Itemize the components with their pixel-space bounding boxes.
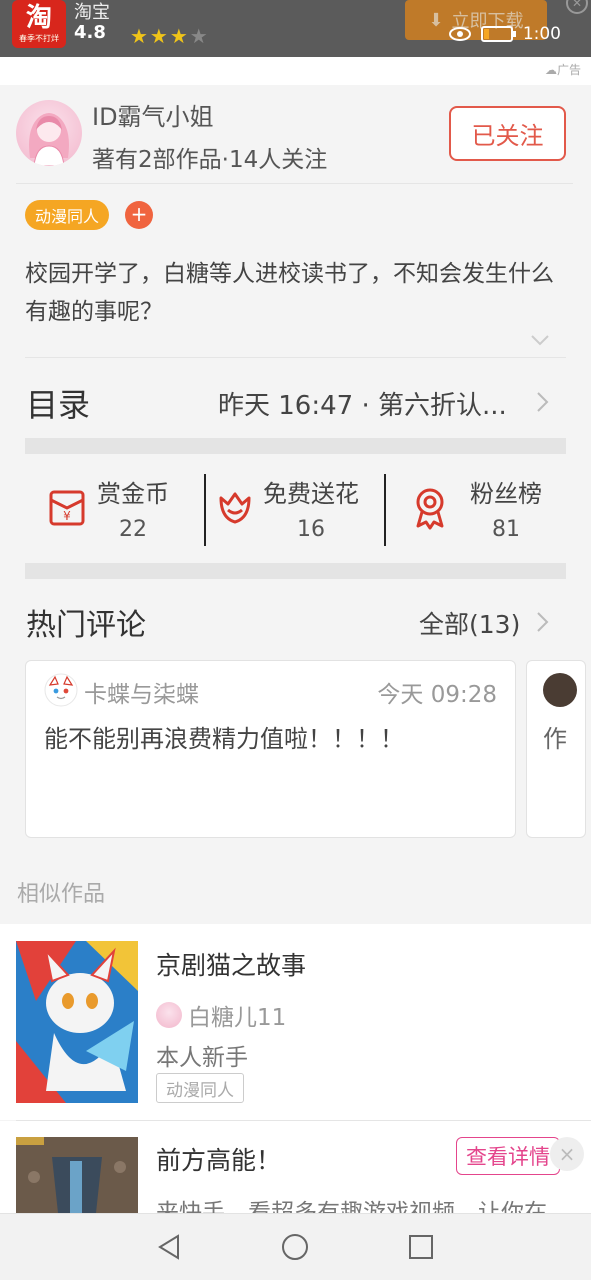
stat-label: 粉丝榜 — [470, 480, 542, 508]
logo-char: 淘 — [25, 2, 52, 33]
eye-icon — [448, 27, 471, 41]
work-desc: 本人新手 — [156, 1045, 248, 1071]
view-details-button[interactable]: 查看详情 — [456, 1137, 560, 1175]
flower-icon — [219, 492, 251, 524]
stat-value: 22 — [119, 517, 147, 542]
stat-fan-ranking[interactable]: 粉丝榜 81 — [410, 468, 542, 548]
stat-value: 16 — [297, 517, 325, 542]
section-separator — [25, 438, 566, 454]
author-avatar[interactable] — [16, 100, 82, 166]
category-tag[interactable]: 动漫同人 — [25, 200, 110, 230]
ad-close-icon[interactable]: ✕ — [566, 0, 588, 14]
download-icon: ⬇ — [428, 9, 444, 31]
comment-text: 作 — [543, 725, 567, 753]
back-icon[interactable] — [154, 1232, 184, 1262]
work-title[interactable]: 前方高能！ — [156, 1141, 281, 1177]
similar-works-title: 相似作品 — [17, 882, 106, 907]
view-all-comments-link[interactable]: 全部(13) — [419, 605, 520, 641]
home-icon[interactable] — [280, 1232, 310, 1262]
author-meta: 著有2部作品·14人关注 — [92, 147, 328, 173]
system-nav-bar — [0, 1213, 591, 1280]
author-mini-avatar — [156, 1002, 182, 1028]
battery-icon — [480, 26, 516, 42]
chevron-right-icon[interactable] — [536, 611, 550, 633]
ad-banner[interactable]: 淘 春季不打烊 淘宝 4.8 ★★★★ ⬇ 立即下载 ✕ 1:00 — [0, 0, 591, 57]
stat-reward-coins[interactable]: ¥ 赏金币 22 — [45, 468, 169, 548]
comment-text: 能不能别再浪费精力值啦！！！！ — [44, 725, 404, 753]
commenter-name[interactable]: 卡蝶与柒蝶 — [84, 675, 199, 709]
svg-text:¥: ¥ — [63, 509, 71, 523]
logo-slogan: 春季不打烊 — [19, 33, 59, 43]
commenter-avatar[interactable] — [543, 673, 577, 707]
ad-rating: 4.8 — [74, 22, 106, 43]
stat-free-flowers[interactable]: 免费送花 16 — [215, 468, 359, 548]
ad-app-name: 淘宝 — [74, 2, 110, 23]
status-time: 1:00 — [522, 24, 561, 44]
medal-icon — [416, 488, 444, 530]
add-tag-button[interactable]: + — [125, 201, 153, 229]
stats-row: ¥ 赏金币 22 免费送花 16 粉丝榜 81 — [25, 468, 566, 548]
stat-label: 赏金币 — [97, 480, 169, 508]
author-name[interactable]: ID霸气小姐 — [92, 97, 214, 132]
recents-icon[interactable] — [406, 1232, 436, 1262]
catalog-latest-chapter: 昨天 16:47 · 第六折认... — [218, 391, 507, 421]
work-tag[interactable]: 动漫同人 — [156, 1073, 244, 1103]
divider — [16, 183, 573, 184]
follow-button[interactable]: 已关注 — [449, 106, 566, 161]
chevron-down-icon[interactable] — [530, 330, 550, 350]
work-title[interactable]: 京剧猫之故事 — [156, 946, 306, 982]
red-envelope-icon: ¥ — [49, 490, 85, 526]
work-cover-image[interactable] — [16, 941, 138, 1103]
similar-work-item[interactable]: 京剧猫之故事 白糖儿11 本人新手 动漫同人 — [0, 924, 591, 1120]
work-desc: 来快手，看超多有趣游戏视频，让你在 — [156, 1200, 547, 1213]
stat-divider — [204, 474, 206, 546]
comment-time: 今天 09:28 — [377, 682, 497, 708]
stat-divider — [384, 474, 386, 546]
stat-label: 免费送花 — [263, 480, 359, 508]
work-author[interactable]: 白糖儿11 — [156, 998, 286, 1032]
avatar-illustration-icon — [29, 113, 69, 166]
ad-label-row: ☁广告 — [0, 57, 591, 85]
chevron-right-icon — [537, 392, 549, 412]
rating-stars-icon: ★★★★ — [130, 24, 210, 48]
catalog-row[interactable]: 目录 昨天 16:47 · 第六折认... — [0, 365, 591, 437]
commenter-avatar[interactable] — [44, 673, 78, 707]
divider — [25, 357, 566, 358]
taobao-logo: 淘 春季不打烊 — [12, 0, 66, 48]
status-bar: 1:00 — [448, 24, 561, 44]
close-icon[interactable]: × — [550, 1137, 584, 1171]
hot-comments-title: 热门评论 — [26, 608, 146, 643]
stat-value: 81 — [492, 517, 520, 542]
author-section: ID霸气小姐 著有2部作品·14人关注 已关注 — [0, 85, 591, 183]
ad-label: ☁广告 — [544, 63, 581, 77]
work-author-name: 白糖儿11 — [188, 1005, 287, 1031]
comment-card[interactable]: 作 — [526, 660, 586, 838]
section-separator — [25, 563, 566, 579]
similar-work-item[interactable]: 前方高能！ 来快手，看超多有趣游戏视频，让你在 查看详情 × — [0, 1121, 591, 1213]
comment-card[interactable]: 卡蝶与柒蝶 今天 09:28 能不能别再浪费精力值啦！！！！ — [25, 660, 516, 838]
work-cover-image[interactable] — [16, 1137, 138, 1213]
work-description: 校园开学了，白糖等人进校读书了，不知会发生什么有趣的事呢？ — [25, 261, 554, 325]
catalog-label: 目录 — [26, 386, 91, 424]
